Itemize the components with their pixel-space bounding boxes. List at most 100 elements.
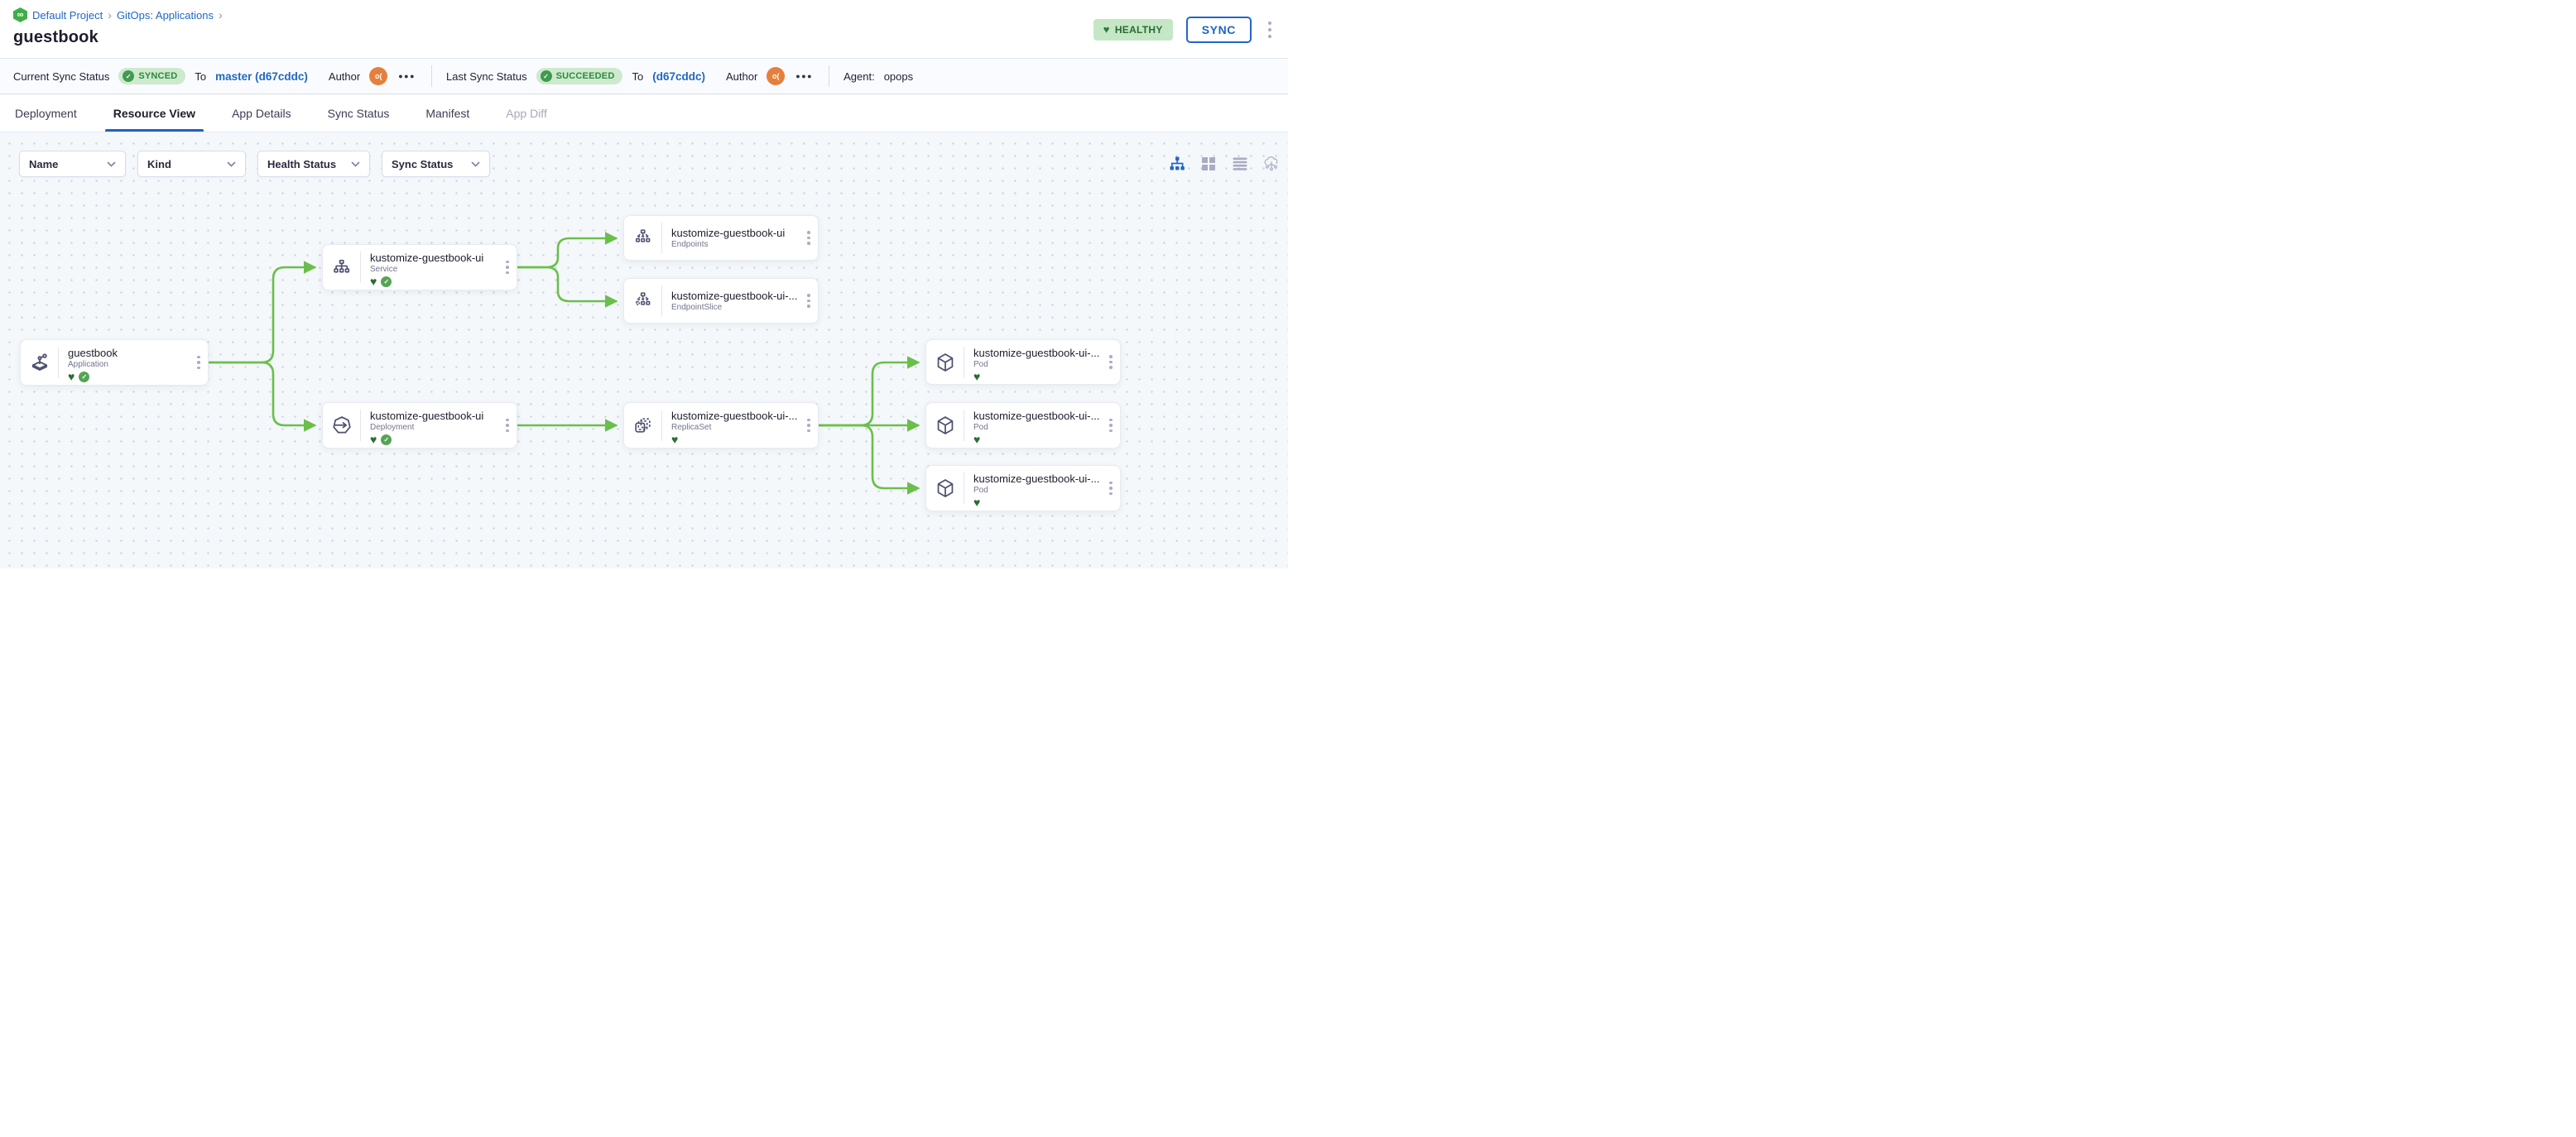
node-menu-kebab-icon[interactable] bbox=[1102, 466, 1120, 511]
current-sync-status-label: Current Sync Status bbox=[13, 70, 110, 83]
check-circle-icon: ✓ bbox=[123, 70, 135, 82]
node-title: kustomize-guestbook-ui bbox=[671, 227, 786, 239]
check-circle-icon: ✓ bbox=[540, 70, 552, 82]
node-menu-kebab-icon[interactable] bbox=[800, 403, 818, 448]
last-revision-link[interactable]: (d67cddc) bbox=[652, 70, 705, 83]
breadcrumb: ∞ Default Project › GitOps: Applications… bbox=[13, 7, 223, 22]
node-endpointslice[interactable]: kustomize-guestbook-ui-... EndpointSlice bbox=[623, 278, 819, 324]
pod-icon bbox=[926, 340, 964, 384]
node-title: kustomize-guestbook-ui-... bbox=[973, 347, 1100, 359]
node-service[interactable]: kustomize-guestbook-ui Service ♥ ✓ bbox=[322, 244, 517, 290]
node-kind: Application bbox=[68, 360, 108, 369]
node-pod[interactable]: kustomize-guestbook-ui-... Pod ♥ bbox=[925, 465, 1121, 511]
node-title: kustomize-guestbook-ui bbox=[370, 410, 484, 422]
page-title: guestbook bbox=[13, 28, 99, 46]
pod-icon bbox=[926, 466, 964, 511]
deployment-icon bbox=[323, 403, 360, 448]
agent-label: Agent: bbox=[843, 70, 875, 83]
sync-status-filter-dropdown[interactable]: Sync Status bbox=[382, 151, 490, 177]
node-application-guestbook[interactable]: guestbook Application ♥ ✓ bbox=[20, 339, 209, 386]
network-view-icon[interactable] bbox=[1263, 156, 1280, 172]
header-kebab-icon[interactable] bbox=[1265, 20, 1275, 40]
more-ellipsis-icon[interactable]: ●●● bbox=[794, 72, 815, 80]
breadcrumb-applications[interactable]: GitOps: Applications bbox=[117, 9, 214, 22]
succeeded-badge: ✓ SUCCEEDED bbox=[536, 68, 623, 84]
filter-bar: Name Kind Health Status Sync Status bbox=[19, 151, 490, 177]
healthy-heart-icon: ♥ bbox=[370, 274, 377, 288]
node-menu-kebab-icon[interactable] bbox=[800, 279, 818, 323]
node-kind: Service bbox=[370, 265, 398, 274]
application-icon bbox=[21, 340, 58, 385]
synced-badge-label: SYNCED bbox=[138, 71, 178, 81]
node-menu-kebab-icon[interactable] bbox=[498, 403, 517, 448]
healthy-heart-icon: ♥ bbox=[973, 432, 981, 446]
node-title: kustomize-guestbook-ui-... bbox=[671, 410, 798, 422]
tab-sync-status[interactable]: Sync Status bbox=[326, 94, 392, 132]
node-replicaset[interactable]: kustomize-guestbook-ui-... ReplicaSet ♥ bbox=[623, 402, 819, 449]
endpoints-icon bbox=[624, 216, 661, 260]
node-menu-kebab-icon[interactable] bbox=[1102, 403, 1120, 448]
node-kind: Pod bbox=[973, 486, 988, 495]
sync-status-bar: Current Sync Status ✓ SYNCED To master (… bbox=[0, 58, 1288, 94]
list-view-icon[interactable] bbox=[1232, 156, 1248, 172]
health-status-filter-dropdown[interactable]: Health Status bbox=[257, 151, 370, 177]
author-avatar[interactable]: o( bbox=[767, 67, 786, 85]
sync-button[interactable]: SYNC bbox=[1185, 17, 1252, 43]
node-title: kustomize-guestbook-ui bbox=[370, 252, 484, 264]
author-label: Author bbox=[725, 70, 758, 83]
chevron-down-icon bbox=[107, 161, 116, 167]
tab-manifest[interactable]: Manifest bbox=[424, 94, 471, 132]
kind-filter-dropdown[interactable]: Kind bbox=[137, 151, 246, 177]
header-left: ∞ Default Project › GitOps: Applications… bbox=[13, 7, 223, 47]
node-kind: EndpointSlice bbox=[671, 303, 723, 312]
node-pod[interactable]: kustomize-guestbook-ui-... Pod ♥ bbox=[925, 339, 1121, 385]
resource-tree-canvas: Name Kind Health Status Sync Status gues… bbox=[0, 132, 1288, 568]
healthy-heart-icon: ♥ bbox=[973, 495, 981, 509]
health-badge-label: HEALTHY bbox=[1114, 24, 1163, 36]
node-endpoints[interactable]: kustomize-guestbook-ui Endpoints bbox=[623, 215, 819, 261]
chevron-down-icon bbox=[351, 161, 360, 167]
view-toggles bbox=[1169, 156, 1280, 172]
node-menu-kebab-icon[interactable] bbox=[1102, 340, 1120, 384]
node-kind: Endpoints bbox=[671, 240, 709, 249]
node-menu-kebab-icon[interactable] bbox=[190, 340, 208, 385]
node-pod[interactable]: kustomize-guestbook-ui-... Pod ♥ bbox=[925, 402, 1121, 449]
node-deployment[interactable]: kustomize-guestbook-ui Deployment ♥ ✓ bbox=[322, 402, 517, 449]
tab-app-details[interactable]: App Details bbox=[230, 94, 293, 132]
name-filter-dropdown[interactable]: Name bbox=[19, 151, 126, 177]
divider bbox=[431, 65, 433, 87]
breadcrumb-project[interactable]: Default Project bbox=[32, 9, 103, 22]
header-actions: ♥ HEALTHY SYNC bbox=[1093, 17, 1275, 43]
grid-view-icon[interactable] bbox=[1200, 156, 1217, 172]
synced-check-icon: ✓ bbox=[381, 434, 392, 445]
heart-icon: ♥ bbox=[1103, 23, 1110, 36]
synced-check-icon: ✓ bbox=[381, 276, 392, 287]
healthy-heart-icon: ♥ bbox=[671, 432, 679, 446]
node-menu-kebab-icon[interactable] bbox=[498, 245, 517, 290]
chevron-down-icon bbox=[471, 161, 480, 167]
synced-check-icon: ✓ bbox=[79, 371, 90, 382]
tab-deployment[interactable]: Deployment bbox=[13, 94, 79, 132]
tab-resource-view[interactable]: Resource View bbox=[104, 94, 204, 132]
more-ellipsis-icon[interactable]: ●●● bbox=[396, 72, 417, 80]
synced-badge: ✓ SYNCED bbox=[118, 68, 186, 84]
current-revision-link[interactable]: master (d67cddc) bbox=[215, 70, 308, 83]
author-avatar[interactable]: o( bbox=[369, 67, 388, 85]
tree-view-icon[interactable] bbox=[1169, 156, 1185, 172]
endpointslice-icon bbox=[624, 279, 661, 323]
chevron-down-icon bbox=[227, 161, 236, 167]
agent-value: opops bbox=[883, 70, 914, 83]
health-status-badge: ♥ HEALTHY bbox=[1093, 19, 1173, 41]
node-kind: Pod bbox=[973, 360, 988, 369]
node-menu-kebab-icon[interactable] bbox=[800, 216, 818, 260]
service-icon bbox=[323, 245, 360, 290]
tab-app-diff: App Diff bbox=[506, 106, 547, 120]
last-sync-status-label: Last Sync Status bbox=[446, 70, 527, 83]
breadcrumb-separator: › bbox=[219, 8, 223, 22]
node-title: kustomize-guestbook-ui-... bbox=[973, 410, 1100, 422]
node-title: guestbook bbox=[68, 347, 118, 359]
project-icon: ∞ bbox=[13, 7, 27, 22]
healthy-heart-icon: ♥ bbox=[68, 369, 75, 383]
healthy-heart-icon: ♥ bbox=[370, 432, 377, 446]
gitops-application-page: ∞ Default Project › GitOps: Applications… bbox=[0, 0, 1288, 568]
